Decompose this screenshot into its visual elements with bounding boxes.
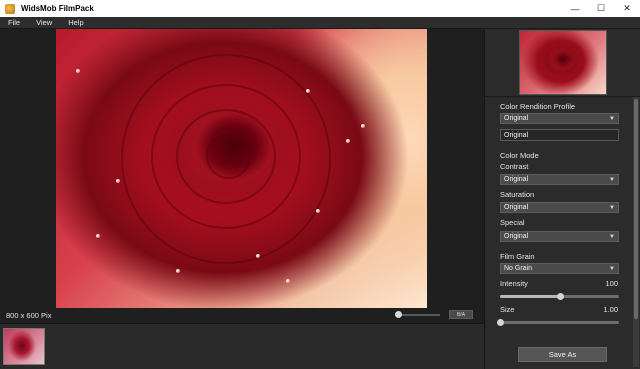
filmstrip-thumbnail[interactable] <box>3 328 45 365</box>
main-photo <box>56 29 427 308</box>
contrast-label: Contrast <box>500 162 529 171</box>
size-slider-thumb[interactable] <box>497 319 504 326</box>
film-grain-label: Film Grain <box>500 252 535 261</box>
intensity-slider-fill <box>500 295 560 298</box>
special-label: Special <box>500 218 525 227</box>
menu-help[interactable]: Help <box>68 18 83 27</box>
water-drop <box>176 269 180 273</box>
rose-petal <box>206 134 251 179</box>
water-drop <box>256 254 260 258</box>
contrast-select-value: Original <box>504 176 529 183</box>
water-drop <box>286 279 290 283</box>
chevron-down-icon: ▼ <box>609 177 615 183</box>
color-rendition-select-value: Original <box>504 115 529 122</box>
size-label: Size <box>500 305 515 314</box>
zoom-slider-thumb[interactable] <box>395 311 402 318</box>
water-drop <box>346 139 350 143</box>
water-drop <box>306 89 310 93</box>
water-drop <box>361 124 365 128</box>
window-controls: — ☐ ✕ <box>562 0 640 17</box>
special-select[interactable]: Original ▼ <box>500 231 619 242</box>
saturation-select[interactable]: Original ▼ <box>500 202 619 213</box>
color-mode-label: Color Mode <box>500 151 539 160</box>
menu-view[interactable]: View <box>36 18 52 27</box>
close-button[interactable]: ✕ <box>614 0 640 17</box>
water-drop <box>316 209 320 213</box>
title-bar: WidsMob FilmPack — ☐ ✕ <box>0 0 640 17</box>
maximize-button[interactable]: ☐ <box>588 0 614 17</box>
film-grain-select[interactable]: No Grain ▼ <box>500 263 619 274</box>
water-drop <box>116 179 120 183</box>
intensity-slider[interactable] <box>500 293 619 300</box>
save-as-button[interactable]: Save As <box>518 347 607 362</box>
divider <box>485 96 640 97</box>
color-rendition-label: Color Rendition Profile <box>500 102 576 111</box>
saturation-label: Saturation <box>500 190 535 199</box>
size-slider[interactable] <box>497 319 619 326</box>
chevron-down-icon: ▼ <box>609 234 615 240</box>
color-rendition-select[interactable]: Original ▼ <box>500 113 619 124</box>
chevron-down-icon: ▼ <box>609 116 615 122</box>
app-icon <box>5 3 15 14</box>
zoom-slider[interactable] <box>396 314 440 316</box>
intensity-value: 100 <box>605 279 618 288</box>
chevron-down-icon: ▼ <box>609 205 615 211</box>
intensity-slider-thumb[interactable] <box>556 293 564 300</box>
water-drop <box>76 69 80 73</box>
contrast-select[interactable]: Original ▼ <box>500 174 619 185</box>
film-grain-select-value: No Grain <box>504 265 533 272</box>
window-title: WidsMob FilmPack <box>21 4 94 13</box>
size-value: 1.00 <box>603 305 618 314</box>
panel-scrollbar-thumb[interactable] <box>634 99 638 319</box>
color-rendition-field[interactable]: Original <box>500 129 619 141</box>
preview-thumbnail <box>519 30 607 95</box>
image-viewer: 800 x 600 Pix B/A <box>0 29 484 323</box>
special-select-value: Original <box>504 233 529 240</box>
menu-file[interactable]: File <box>8 18 20 27</box>
menu-bar: File View Help <box>0 17 640 29</box>
adjustment-panel: Color Rendition Profile Original ▼ Origi… <box>484 29 640 369</box>
intensity-label: Intensity <box>500 279 528 288</box>
saturation-select-value: Original <box>504 204 529 211</box>
chevron-down-icon: ▼ <box>609 266 615 272</box>
filmstrip <box>0 323 484 369</box>
water-drop <box>96 234 100 238</box>
image-dimensions: 800 x 600 Pix <box>6 311 52 320</box>
minimize-button[interactable]: — <box>562 0 588 17</box>
before-after-button[interactable]: B/A <box>449 310 473 319</box>
